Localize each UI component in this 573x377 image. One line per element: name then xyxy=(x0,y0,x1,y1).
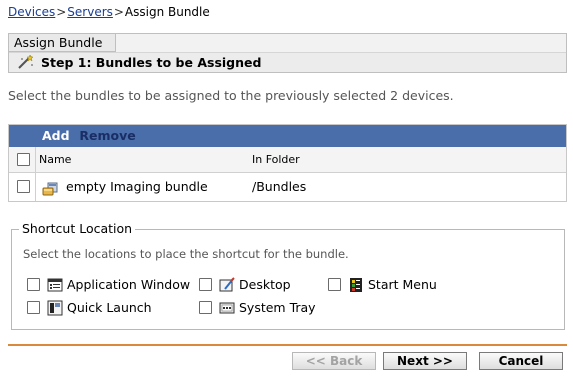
footer-divider xyxy=(8,344,567,346)
column-divider xyxy=(35,173,36,201)
bundle-table: Add Remove Name In Folder empty Imaging … xyxy=(8,124,567,202)
quick-launch-checkbox[interactable] xyxy=(27,301,40,314)
application-window-checkbox[interactable] xyxy=(27,278,40,291)
bundle-folder: /Bundles xyxy=(252,179,307,194)
column-divider xyxy=(35,147,36,173)
breadcrumb-current: Assign Bundle xyxy=(124,5,210,19)
bundle-name[interactable]: empty Imaging bundle xyxy=(66,173,208,201)
start-menu-checkbox[interactable] xyxy=(328,278,341,291)
breadcrumb-link-servers[interactable]: Servers xyxy=(67,5,113,19)
system-tray-label: System Tray xyxy=(239,300,316,315)
desktop-label: Desktop xyxy=(239,277,291,292)
breadcrumb-separator: > xyxy=(56,5,67,19)
shortcut-location-legend: Shortcut Location xyxy=(19,222,136,236)
wizard-header-panel: Assign Bundle Step 1: Bundles to be Assi… xyxy=(8,33,567,73)
start-menu-icon xyxy=(348,277,364,293)
system-tray-icon xyxy=(219,300,235,316)
quick-launch-label: Quick Launch xyxy=(67,300,152,315)
breadcrumb-link-devices[interactable]: Devices xyxy=(8,5,55,19)
shortcut-location-description: Select the locations to place the shortc… xyxy=(23,247,349,261)
application-window-icon xyxy=(47,277,63,293)
breadcrumb-separator: > xyxy=(113,5,124,19)
breadcrumb: Devices>Servers>Assign Bundle xyxy=(8,4,210,20)
start-menu-label: Start Menu xyxy=(368,277,437,292)
desktop-checkbox[interactable] xyxy=(199,278,212,291)
table-toolbar: Add Remove xyxy=(9,125,566,147)
quick-launch-icon xyxy=(47,300,63,316)
tab-assign-bundle: Assign Bundle xyxy=(9,34,116,52)
desktop-icon xyxy=(219,277,235,293)
table-header: Name In Folder xyxy=(9,147,566,173)
add-button[interactable]: Add xyxy=(42,128,70,143)
back-button[interactable]: << Back xyxy=(292,352,376,370)
column-header-name[interactable]: Name xyxy=(39,147,71,173)
application-window-label: Application Window xyxy=(67,277,191,292)
remove-button[interactable]: Remove xyxy=(79,128,135,143)
row-checkbox[interactable] xyxy=(17,180,30,193)
system-tray-checkbox[interactable] xyxy=(199,301,212,314)
cancel-button[interactable]: Cancel xyxy=(479,352,563,370)
column-header-folder[interactable]: In Folder xyxy=(252,147,300,173)
step-title: Step 1: Bundles to be Assigned xyxy=(41,55,262,70)
next-button[interactable]: Next >> xyxy=(383,352,467,370)
wizard-wand-icon xyxy=(17,54,35,70)
table-row[interactable]: empty Imaging bundle /Bundles xyxy=(9,173,566,201)
step-header: Step 1: Bundles to be Assigned xyxy=(9,52,566,72)
select-all-checkbox[interactable] xyxy=(17,153,30,166)
bundle-icon xyxy=(42,179,59,196)
page-description: Select the bundles to be assigned to the… xyxy=(8,88,454,103)
